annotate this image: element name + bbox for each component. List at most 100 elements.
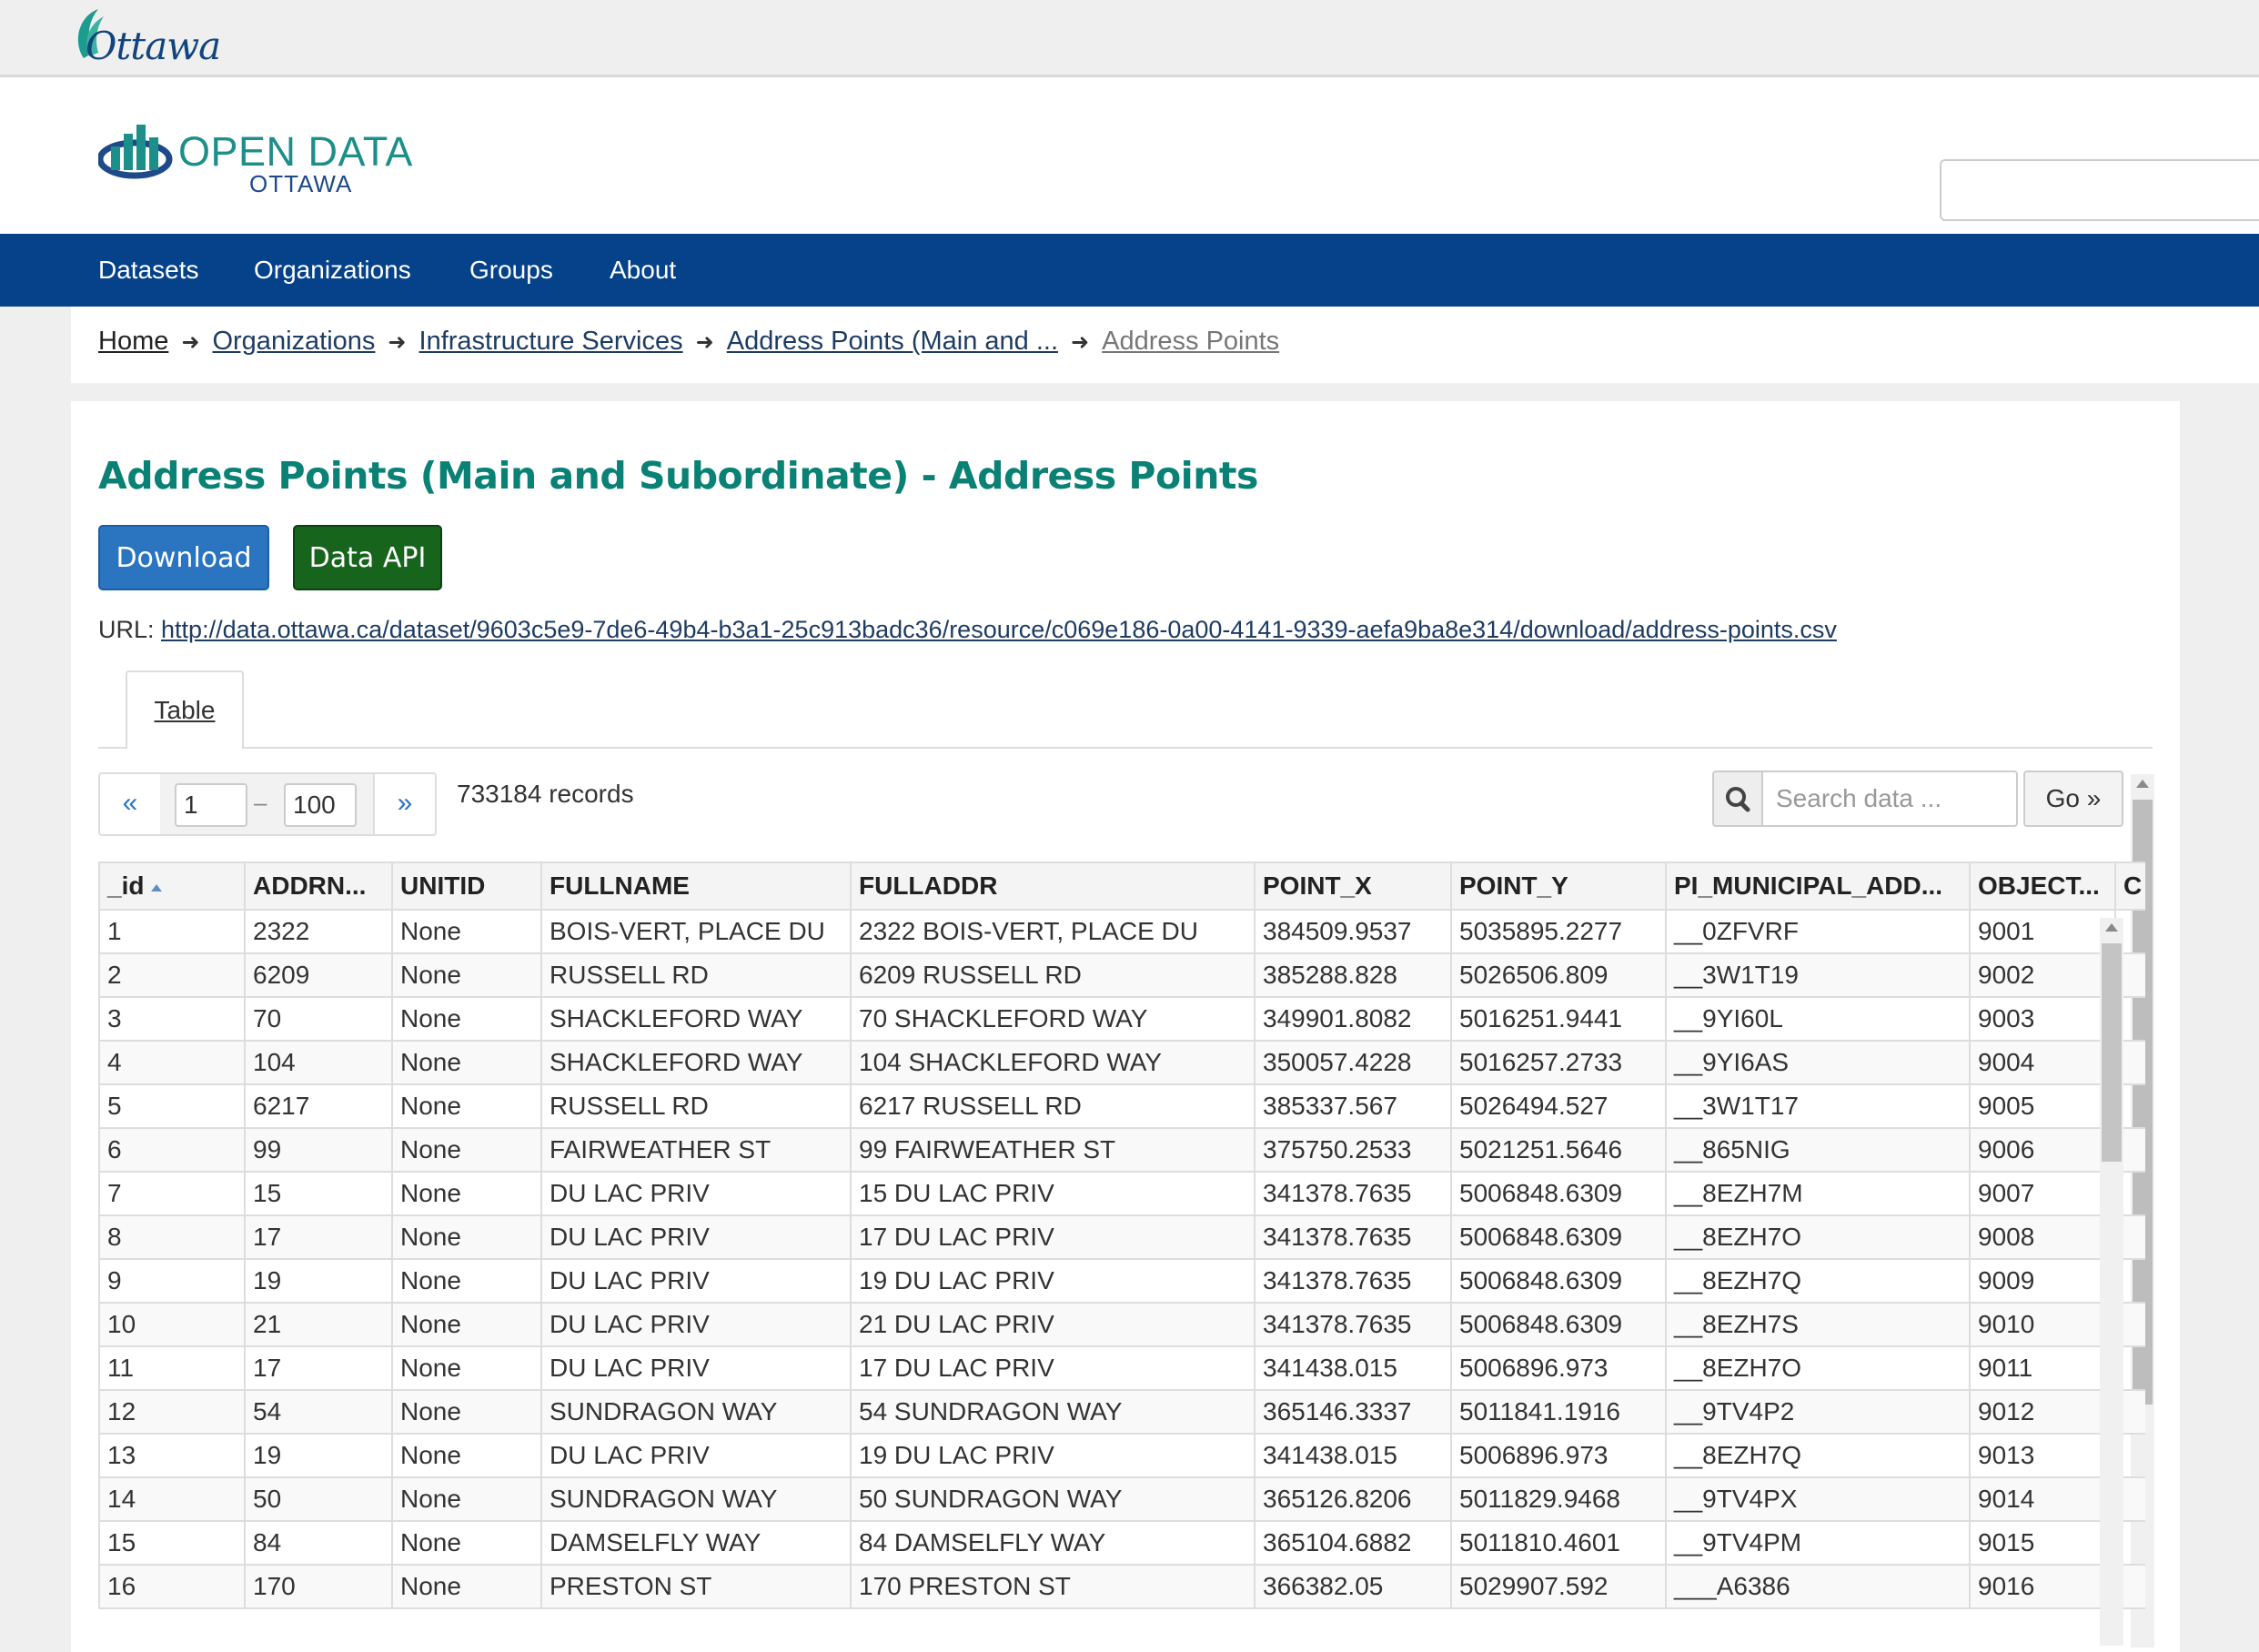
breadcrumb-dataset[interactable]: Address Points (Main and ... <box>727 327 1058 356</box>
table-cell: 9013 <box>1969 1433 2116 1478</box>
column-header-unitid[interactable]: UNITID <box>391 861 542 911</box>
data-api-button[interactable]: Data API <box>293 525 442 590</box>
scroll-up-arrow-icon[interactable] <box>2105 923 2118 932</box>
scroll-up-arrow-icon[interactable] <box>2136 780 2149 788</box>
table-row[interactable]: 4 104 None SHACKLEFORD WAY 104 SHACKLEFORD W… <box>98 1040 2145 1085</box>
table-cell: SUNDRAGON WAY <box>540 1389 852 1435</box>
nav-about[interactable]: About <box>610 234 676 307</box>
city-logo[interactable]: Ottawa <box>71 5 221 68</box>
download-button[interactable]: Download <box>98 525 269 590</box>
table-cell: 70 <box>244 996 393 1042</box>
column-header-fulladdr[interactable]: FULLADDR <box>850 861 1256 911</box>
breadcrumb-current[interactable]: Address Points <box>1102 327 1279 356</box>
table-row[interactable]: 11 17 None DU LAC PRIV 17 DU LAC PRIV 341438.… <box>98 1345 2145 1391</box>
table-row[interactable]: 15 84 None DAMSELFLY WAY 84 DAMSELFLY WAY 365… <box>98 1520 2145 1566</box>
table-cell: 54 <box>244 1389 393 1435</box>
scrollbar-thumb[interactable] <box>2102 943 2122 1162</box>
table-cell: 9002 <box>1969 952 2116 998</box>
table-cell: 9 <box>98 1258 246 1304</box>
table-row[interactable]: 13 19 None DU LAC PRIV 19 DU LAC PRIV 341438.… <box>98 1433 2145 1478</box>
table-cell: 5026494.527 <box>1450 1083 1667 1129</box>
pager-prev-button[interactable]: « <box>100 774 162 834</box>
table-cell: __0ZFVRF <box>1665 909 1971 954</box>
sort-ascending-icon[interactable] <box>151 883 163 891</box>
breadcrumb-home[interactable]: Home <box>98 327 168 356</box>
table-cell: 9009 <box>1969 1258 2116 1304</box>
table-cell: __8EZH7M <box>1665 1171 1971 1216</box>
column-header-label: _id <box>107 871 145 900</box>
table-cell: None <box>391 952 542 998</box>
table-cell: __9YI60L <box>1665 996 1971 1042</box>
table-row[interactable]: 1 2322 None BOIS-VERT, PLACE DU 2322 BOIS-VE… <box>98 909 2145 954</box>
table-cell: __8EZH7O <box>1665 1345 1971 1391</box>
table-cell: __3W1T17 <box>1665 1083 1971 1129</box>
pager-to-input[interactable] <box>284 783 357 827</box>
column-header-c[interactable]: C <box>2114 861 2145 911</box>
table-row[interactable]: 8 17 None DU LAC PRIV 17 DU LAC PRIV 341378.7… <box>98 1214 2145 1260</box>
table-cell: 6209 RUSSELL RD <box>850 952 1256 998</box>
table-row[interactable]: 6 99 None FAIRWEATHER ST 99 FAIRWEATHER ST 37… <box>98 1127 2145 1173</box>
data-search-input[interactable] <box>1761 771 2018 827</box>
table-row[interactable]: 9 19 None DU LAC PRIV 19 DU LAC PRIV 341378.7… <box>98 1258 2145 1304</box>
table-row[interactable]: 14 50 None SUNDRAGON WAY 50 SUNDRAGON WAY 365… <box>98 1476 2145 1522</box>
table-cell: 50 <box>244 1476 393 1522</box>
table-cell: None <box>391 996 542 1042</box>
city-logo-text: Ottawa <box>86 24 221 68</box>
pager-range: – <box>160 774 375 834</box>
breadcrumb-organizations[interactable]: Organizations <box>212 327 375 356</box>
table-row[interactable]: 12 54 None SUNDRAGON WAY 54 SUNDRAGON WAY 365… <box>98 1389 2145 1435</box>
column-header-pi-municipal[interactable]: PI_MUNICIPAL_ADD... <box>1665 861 1971 911</box>
table-cell: 366382.05 <box>1254 1564 1452 1609</box>
table-cell: 12 <box>98 1389 246 1435</box>
data-grid: _id ADDRN... UNITID FULLNAME FULLADDR PO… <box>98 861 2145 1652</box>
tab-table[interactable]: Table <box>126 670 244 749</box>
table-cell: 170 PRESTON ST <box>850 1564 1256 1609</box>
table-row[interactable]: 3 70 None SHACKLEFORD WAY 70 SHACKLEFORD WAY… <box>98 996 2145 1042</box>
table-cell: 3 <box>98 996 246 1042</box>
table-cell: 13 <box>98 1433 246 1478</box>
nav-groups[interactable]: Groups <box>469 234 553 307</box>
table-row[interactable]: 10 21 None DU LAC PRIV 21 DU LAC PRIV 341378.… <box>98 1302 2145 1347</box>
table-cell: 9008 <box>1969 1214 2116 1260</box>
table-row[interactable]: 7 15 None DU LAC PRIV 15 DU LAC PRIV 341378.7… <box>98 1171 2145 1216</box>
arrow-right-icon: ➜ <box>695 330 714 355</box>
table-cell: SHACKLEFORD WAY <box>540 996 852 1042</box>
bar-chart-logo-icon <box>98 125 173 179</box>
breadcrumb-infrastructure[interactable]: Infrastructure Services <box>419 327 683 356</box>
pager-next-button[interactable]: » <box>373 774 435 834</box>
column-header-point-y[interactable]: POINT_Y <box>1450 861 1667 911</box>
table-row[interactable]: 16 170 None PRESTON ST 170 PRESTON ST 366382.… <box>98 1564 2145 1609</box>
column-header-addrn[interactable]: ADDRN... <box>244 861 393 911</box>
resource-url-link[interactable]: http://data.ottawa.ca/dataset/9603c5e9-7… <box>161 616 1837 643</box>
table-cell: 9016 <box>1969 1564 2116 1609</box>
nav-organizations[interactable]: Organizations <box>254 234 411 307</box>
table-cell: 9005 <box>1969 1083 2116 1129</box>
grid-scrollbar-inner[interactable] <box>2100 918 2123 1646</box>
column-header-objectid[interactable]: OBJECT... <box>1969 861 2116 911</box>
open-data-logo[interactable]: OPEN DATA OTTAWA <box>98 114 412 214</box>
table-cell: 17 DU LAC PRIV <box>850 1214 1256 1260</box>
table-cell: 8 <box>98 1214 246 1260</box>
table-cell: SUNDRAGON WAY <box>540 1476 852 1522</box>
table-row[interactable]: 5 6217 None RUSSELL RD 6217 RUSSELL RD 385337… <box>98 1083 2145 1129</box>
table-cell: None <box>391 909 542 954</box>
pager-from-input[interactable] <box>175 783 247 827</box>
nav-datasets[interactable]: Datasets <box>98 234 199 307</box>
table-cell: 5035895.2277 <box>1450 909 1667 954</box>
table-cell: ___A6386 <box>1665 1564 1971 1609</box>
table-cell: 9003 <box>1969 996 2116 1042</box>
site-search-input[interactable] <box>1940 159 2259 221</box>
table-cell: 9011 <box>1969 1345 2116 1391</box>
column-header-point-x[interactable]: POINT_X <box>1254 861 1452 911</box>
view-tabs: Table <box>98 670 2153 749</box>
table-cell: 385337.567 <box>1254 1083 1452 1129</box>
column-header-id[interactable]: _id <box>98 861 246 911</box>
table-cell: DU LAC PRIV <box>540 1302 852 1347</box>
table-cell: 10 <box>98 1302 246 1347</box>
table-cell: DU LAC PRIV <box>540 1171 852 1216</box>
table-row[interactable]: 2 6209 None RUSSELL RD 6209 RUSSELL RD 385288… <box>98 952 2145 998</box>
column-header-fullname[interactable]: FULLNAME <box>540 861 852 911</box>
table-cell: RUSSELL RD <box>540 952 852 998</box>
table-cell: 17 <box>244 1214 393 1260</box>
go-button[interactable]: Go » <box>2023 771 2123 827</box>
